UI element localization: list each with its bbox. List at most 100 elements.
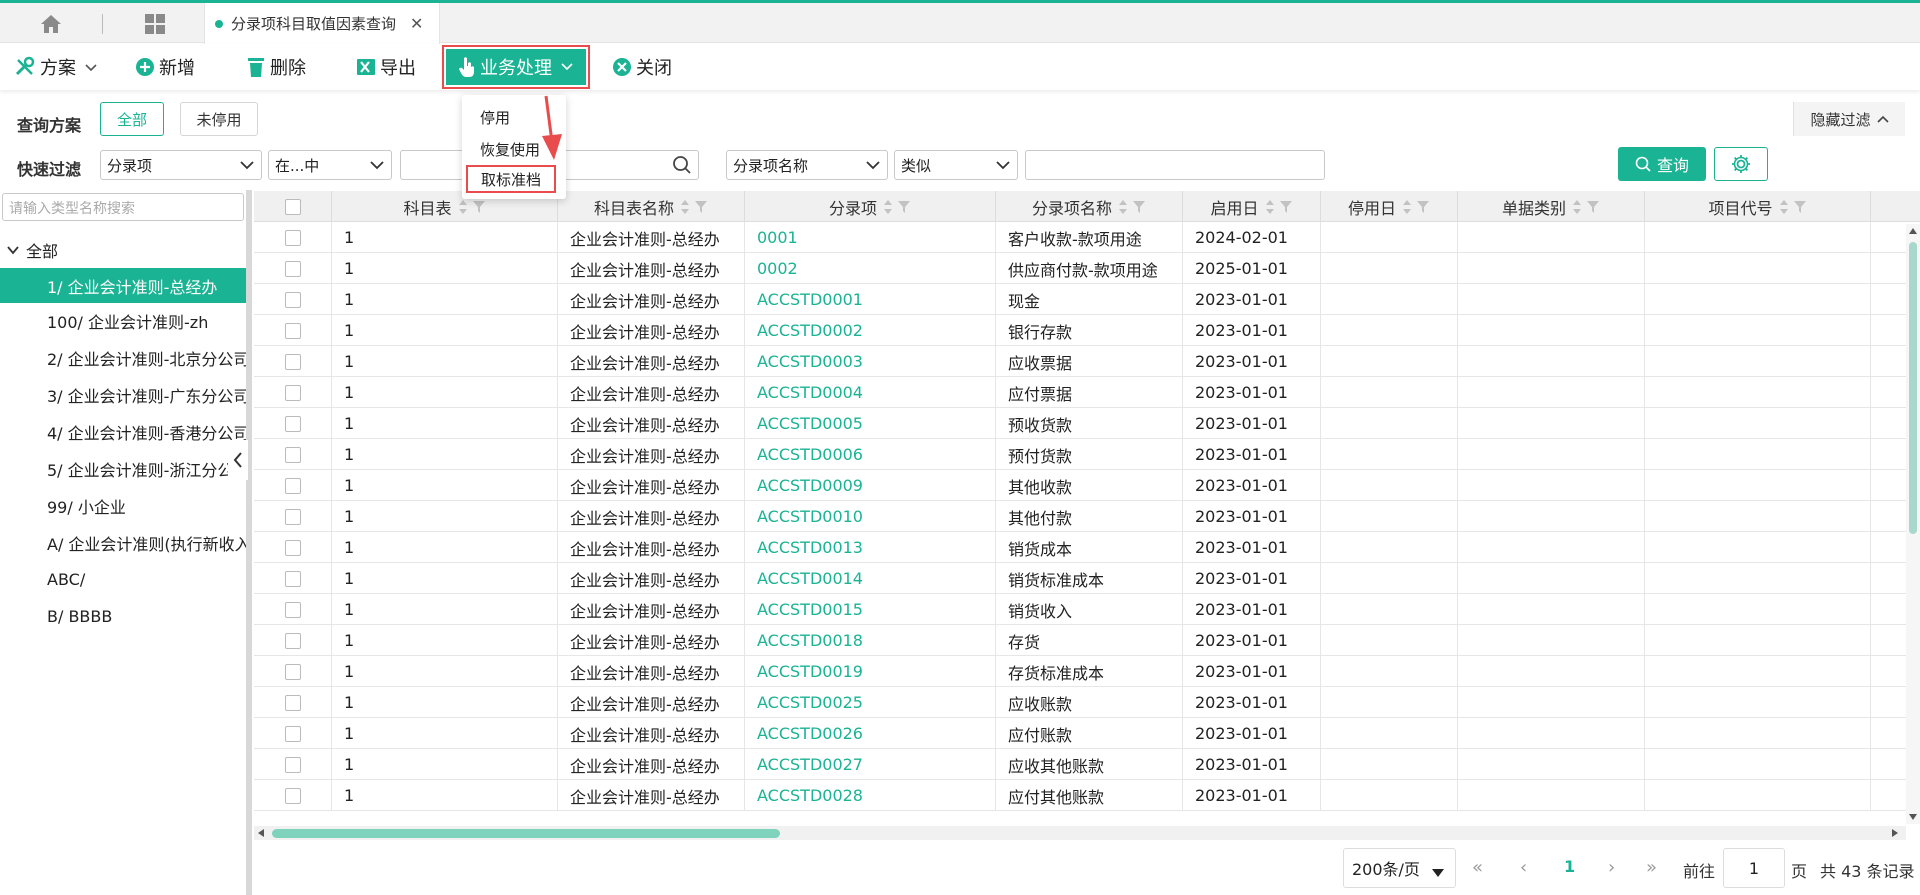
sort-icon[interactable] xyxy=(1779,199,1789,215)
row-checkbox[interactable] xyxy=(284,570,301,587)
home-icon[interactable] xyxy=(36,11,66,37)
entry-item-link[interactable]: 0002 xyxy=(745,253,996,284)
table-row[interactable]: 1 企业会计准则-总经办 ACCSTD0015 销货收入 2023-01-01 xyxy=(254,594,1920,625)
export-button[interactable]: 导出 xyxy=(356,50,416,84)
row-checkbox[interactable] xyxy=(284,787,301,804)
table-row[interactable]: 1 企业会计准则-总经办 0001 客户收款-款项用途 2024-02-01 xyxy=(254,222,1920,253)
entry-item-link[interactable]: ACCSTD0001 xyxy=(745,284,996,315)
col-header-entry-item-name[interactable]: 分录项名称 xyxy=(996,191,1183,222)
sort-icon[interactable] xyxy=(680,199,690,215)
entry-item-link[interactable]: ACCSTD0014 xyxy=(745,563,996,594)
table-row[interactable]: 1 企业会计准则-总经办 ACCSTD0028 应付其他账款 2023-01-01 xyxy=(254,780,1920,811)
row-checkbox[interactable] xyxy=(284,291,301,308)
sort-icon[interactable] xyxy=(458,199,468,215)
row-checkbox[interactable] xyxy=(284,632,301,649)
sort-icon[interactable] xyxy=(1572,199,1582,215)
row-checkbox[interactable] xyxy=(284,260,301,277)
table-row[interactable]: 1 企业会计准则-总经办 ACCSTD0014 销货标准成本 2023-01-01 xyxy=(254,563,1920,594)
row-checkbox[interactable] xyxy=(284,601,301,618)
filter-field-select[interactable]: 分录项 xyxy=(100,150,262,180)
apps-grid-icon[interactable] xyxy=(140,11,170,37)
table-row[interactable]: 1 企业会计准则-总经办 ACCSTD0005 预收货款 2023-01-01 xyxy=(254,408,1920,439)
table-row[interactable]: 1 企业会计准则-总经办 ACCSTD0019 存货标准成本 2023-01-01 xyxy=(254,656,1920,687)
tree-item[interactable]: 2/ 企业会计准则-北京分公司 xyxy=(0,340,248,375)
table-row[interactable]: 1 企业会计准则-总经办 ACCSTD0026 应付账款 2023-01-01 xyxy=(254,718,1920,749)
row-checkbox[interactable] xyxy=(284,477,301,494)
table-row[interactable]: 1 企业会计准则-总经办 ACCSTD0013 销货成本 2023-01-01 xyxy=(254,532,1920,563)
entry-item-link[interactable]: ACCSTD0027 xyxy=(745,749,996,780)
row-checkbox[interactable] xyxy=(284,725,301,742)
tree-item[interactable]: 3/ 企业会计准则-广东分公司 xyxy=(0,377,248,412)
table-row[interactable]: 1 企业会计准则-总经办 ACCSTD0018 存货 2023-01-01 xyxy=(254,625,1920,656)
row-checkbox[interactable] xyxy=(284,415,301,432)
sort-icon[interactable] xyxy=(1118,199,1128,215)
entry-item-link[interactable]: ACCSTD0025 xyxy=(745,687,996,718)
tree-item[interactable]: 4/ 企业会计准则-香港分公司 xyxy=(0,414,248,449)
row-checkbox[interactable] xyxy=(284,322,301,339)
filter-funnel-icon[interactable] xyxy=(897,200,911,214)
close-button[interactable]: 关闭 xyxy=(612,50,672,84)
menu-item-restore[interactable]: 恢复使用 xyxy=(480,139,540,160)
query-button[interactable]: 查询 xyxy=(1618,147,1706,181)
entry-item-link[interactable]: 0001 xyxy=(745,222,996,253)
col-header-project-code[interactable]: 项目代号 xyxy=(1645,191,1871,222)
sort-icon[interactable] xyxy=(883,199,893,215)
row-checkbox[interactable] xyxy=(284,446,301,463)
filter-funnel-icon[interactable] xyxy=(1416,200,1430,214)
select-all-checkbox[interactable] xyxy=(284,198,301,215)
tab-close-icon[interactable]: ✕ xyxy=(410,14,423,33)
scheme-button[interactable]: 方案 xyxy=(14,50,98,84)
horizontal-scroll-thumb[interactable] xyxy=(272,829,780,838)
search-icon[interactable] xyxy=(672,155,692,179)
tab-active[interactable]: 分录项科目取值因素查询 ✕ xyxy=(204,3,440,44)
menu-item-fetch-standard[interactable]: 取标准档 xyxy=(466,165,556,193)
tree-root[interactable]: 全部 xyxy=(6,238,58,262)
filter-funnel-icon[interactable] xyxy=(694,200,708,214)
add-button[interactable]: 新增 xyxy=(135,50,195,84)
tree-item[interactable]: A/ 企业会计准则(执行新收入准则) xyxy=(0,525,248,560)
hide-filter-button[interactable]: 隐藏过滤 xyxy=(1793,102,1905,136)
entry-item-link[interactable]: ACCSTD0026 xyxy=(745,718,996,749)
business-process-button[interactable]: 业务处理 xyxy=(446,49,586,85)
table-row[interactable]: 1 企业会计准则-总经办 ACCSTD0010 其他付款 2023-01-01 xyxy=(254,501,1920,532)
page-size-select[interactable]: 200条/页 xyxy=(1343,848,1456,888)
filter-field2-select[interactable]: 分录项名称 xyxy=(726,150,888,180)
filter-funnel-icon[interactable] xyxy=(1793,200,1807,214)
menu-item-disable[interactable]: 停用 xyxy=(480,107,510,128)
tree-item[interactable]: 100/ 企业会计准则-zh xyxy=(0,303,248,338)
tree-item[interactable]: 99/ 小企业 xyxy=(0,488,248,523)
goto-page-input[interactable]: 1 xyxy=(1723,848,1785,888)
filter-operator-select[interactable]: 在...中 xyxy=(268,150,392,180)
entry-item-link[interactable]: ACCSTD0013 xyxy=(745,532,996,563)
table-row[interactable]: 1 企业会计准则-总经办 ACCSTD0004 应付票据 2023-01-01 xyxy=(254,377,1920,408)
entry-item-link[interactable]: ACCSTD0004 xyxy=(745,377,996,408)
entry-item-link[interactable]: ACCSTD0015 xyxy=(745,594,996,625)
filter-funnel-icon[interactable] xyxy=(1132,200,1146,214)
settings-button[interactable] xyxy=(1714,147,1768,181)
tree-item[interactable]: ABC/ xyxy=(0,562,248,597)
entry-item-link[interactable]: ACCSTD0009 xyxy=(745,470,996,501)
table-row[interactable]: 1 企业会计准则-总经办 0002 供应商付款-款项用途 2025-01-01 xyxy=(254,253,1920,284)
entry-item-link[interactable]: ACCSTD0018 xyxy=(745,625,996,656)
vertical-scrollbar[interactable] xyxy=(1906,224,1920,824)
table-row[interactable]: 1 企业会计准则-总经办 ACCSTD0001 现金 2023-01-01 xyxy=(254,284,1920,315)
vertical-scroll-thumb[interactable] xyxy=(1909,242,1917,534)
collapse-panel-icon[interactable] xyxy=(228,440,248,480)
col-header-stop-date[interactable]: 停用日 xyxy=(1321,191,1458,222)
row-checkbox[interactable] xyxy=(284,694,301,711)
chip-not-disabled[interactable]: 未停用 xyxy=(180,102,258,136)
tree-item[interactable]: B/ BBBB xyxy=(0,599,248,634)
entry-item-link[interactable]: ACCSTD0003 xyxy=(745,346,996,377)
entry-item-link[interactable]: ACCSTD0019 xyxy=(745,656,996,687)
row-checkbox[interactable] xyxy=(284,508,301,525)
sort-icon[interactable] xyxy=(1402,199,1412,215)
table-row[interactable]: 1 企业会计准则-总经办 ACCSTD0009 其他收款 2023-01-01 xyxy=(254,470,1920,501)
last-page-icon[interactable]: » xyxy=(1646,857,1657,878)
row-checkbox[interactable] xyxy=(284,384,301,401)
filter-funnel-icon[interactable] xyxy=(472,200,486,214)
delete-button[interactable]: 删除 xyxy=(246,50,306,84)
prev-page-icon[interactable]: ‹ xyxy=(1520,857,1527,878)
horizontal-scrollbar[interactable] xyxy=(254,826,1906,840)
chip-all[interactable]: 全部 xyxy=(100,102,164,136)
next-page-icon[interactable]: › xyxy=(1608,857,1615,878)
